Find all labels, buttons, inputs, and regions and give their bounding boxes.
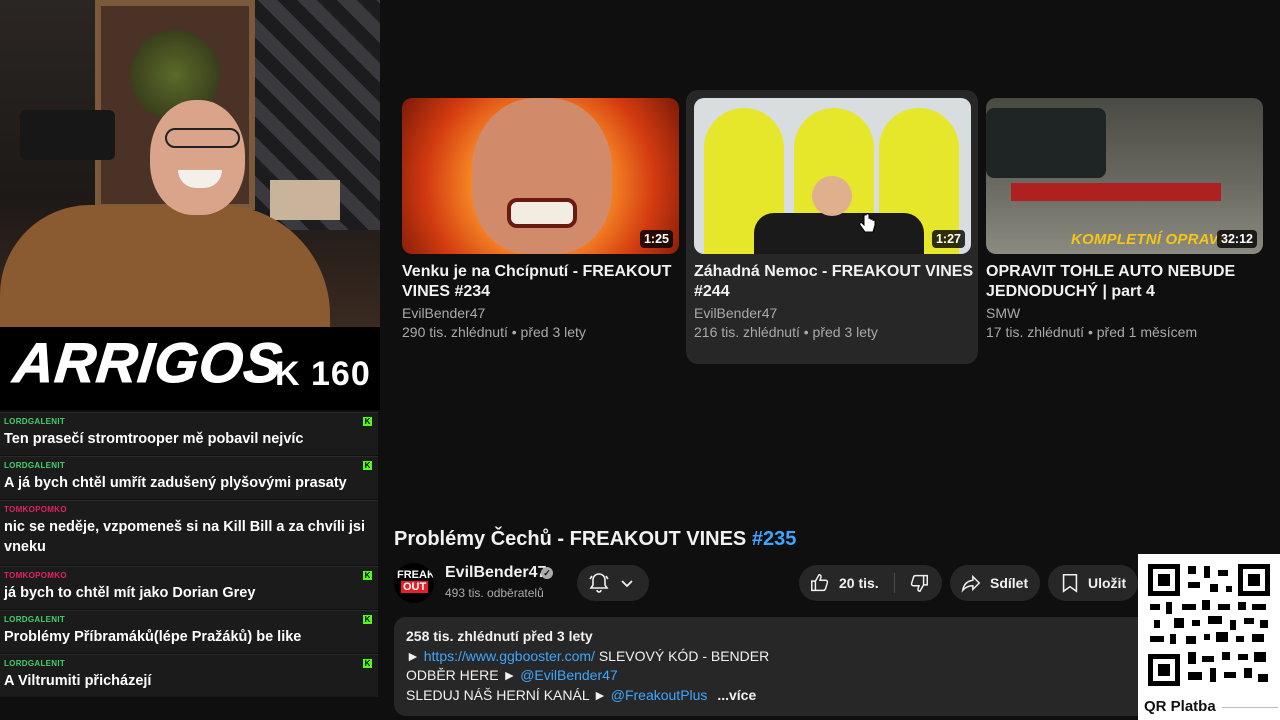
like-count: 20 tis.	[839, 575, 879, 591]
thumbs-down-icon	[910, 574, 928, 592]
video-stats: 17 tis. zhlédnutí • před 1 měsícem	[986, 324, 1198, 340]
video-title[interactable]: Záhadná Nemoc - FREAKOUT VINES #244	[694, 262, 974, 302]
thumbnail-bed	[754, 213, 924, 254]
video-thumbnail[interactable]: KOMPLETNÍ OPRAVA 32:12	[986, 98, 1263, 254]
chat-username: TOMKOPOMKO	[4, 571, 67, 580]
streamer-glasses	[165, 128, 240, 148]
bell-icon	[589, 573, 609, 593]
hand-cursor-icon	[859, 213, 876, 233]
description-text: SLEVOVÝ KÓD - BENDER	[594, 648, 770, 664]
description-line: SLEDUJ NÁŠ HERNÍ KANÁL ► @FreakoutPlus .…	[406, 687, 756, 703]
chat-message: TOMKOPOMKO já bych to chtěl mít jako Dor…	[0, 566, 378, 609]
share-label: Sdílet	[990, 575, 1029, 591]
share-button[interactable]: Sdílet	[950, 565, 1040, 601]
avatar-text: OUT	[401, 581, 429, 593]
chat-text: A já bych chtěl umřít zadušený plyšovými…	[4, 475, 347, 491]
chat-username: TOMKOPOMKO	[4, 505, 67, 514]
kick-icon: K	[363, 417, 372, 426]
bookmark-icon	[1062, 573, 1078, 593]
video-channel[interactable]: SMW	[986, 305, 1020, 321]
video-thumbnail[interactable]: 1:25	[402, 98, 679, 254]
like-button[interactable]: 20 tis.	[799, 565, 894, 601]
chat-username: LORDGALENIT	[4, 417, 66, 426]
thumbnail-mouth	[507, 198, 577, 228]
streamer-body	[0, 205, 330, 327]
dislike-button[interactable]	[895, 565, 942, 601]
thumbs-up-icon	[811, 574, 829, 592]
like-dislike-group: 20 tis.	[799, 565, 942, 601]
microphone	[20, 110, 115, 160]
divider	[1222, 707, 1278, 708]
webcam-feed	[0, 0, 380, 327]
description-link[interactable]: https://www.ggbooster.com/	[424, 648, 595, 664]
chat-message: LORDGALENIT Problémy Příbramáků(lépe Pra…	[0, 610, 378, 653]
save-button[interactable]: Uložit	[1048, 565, 1138, 601]
streamer-head	[150, 100, 245, 215]
video-title-text: Problémy Čechů - FREAKOUT VINES	[394, 528, 752, 550]
video-title[interactable]: Venku je na Chcípnutí - FREAKOUT VINES #…	[402, 262, 682, 302]
channel-avatar[interactable]: FREAK OUT	[394, 563, 434, 603]
thumbnail-face	[812, 176, 852, 216]
chat-username: LORDGALENIT	[4, 461, 66, 470]
description-stats: 258 tis. zhlédnutí před 3 lety	[406, 628, 593, 644]
verified-icon: ✓	[541, 567, 553, 579]
thumbnail-parts	[1011, 183, 1221, 201]
chat-text: nic se neděje, vzpomeneš si na Kill Bill…	[4, 519, 366, 555]
description-link[interactable]: @EvilBender47	[520, 667, 618, 683]
chat-message: TOMKOPOMKO nic se neděje, vzpomeneš si n…	[0, 500, 378, 565]
kick-icon: K	[363, 615, 372, 624]
video-duration: 1:27	[931, 230, 965, 248]
notification-bell-button[interactable]	[577, 565, 649, 601]
background-toy	[270, 180, 340, 220]
chat-username: LORDGALENIT	[4, 615, 66, 624]
description-line: ► https://www.ggbooster.com/ SLEVOVÝ KÓD…	[406, 648, 769, 664]
video-stats: 290 tis. zhlédnutí • před 3 lety	[402, 324, 586, 340]
video-duration: 1:25	[639, 230, 673, 248]
description-text: ►	[406, 648, 424, 664]
thumbnail-face	[472, 98, 612, 254]
description-text: SLEDUJ NÁŠ HERNÍ KANÁL ►	[406, 687, 611, 703]
qr-label: QR Platba	[1144, 698, 1216, 715]
video-stats: 216 tis. zhlédnutí • před 3 lety	[694, 324, 878, 340]
kick-icon: K	[363, 571, 372, 580]
description-text: ODBĚR HERE ►	[406, 667, 521, 683]
thumbnail-text: KOMPLETNÍ OPRAVA	[1071, 231, 1229, 248]
video-title[interactable]: OPRAVIT TOHLE AUTO NEBUDE JEDNODUCHÝ | p…	[986, 262, 1266, 302]
video-main-title: Problémy Čechů - FREAKOUT VINES #235	[394, 528, 796, 551]
channel-logo: ARRIGOS	[10, 331, 286, 395]
video-channel[interactable]: EvilBender47	[694, 305, 777, 321]
subscriber-count: 493 tis. odběratelů	[445, 586, 544, 600]
avatar-text: FREAK	[397, 569, 434, 581]
kick-icon: K	[363, 461, 372, 470]
channel-name[interactable]: EvilBender47	[445, 564, 546, 582]
chat-message: LORDGALENIT Ten prasečí stromtrooper mě …	[0, 412, 378, 455]
thumbnail-car	[986, 108, 1106, 178]
chat-text: A Viltrumiti přicházejí	[4, 673, 152, 689]
description-link[interactable]: @FreakoutPlus	[611, 687, 708, 703]
video-channel[interactable]: EvilBender47	[402, 305, 485, 321]
show-more-button[interactable]: ...více	[717, 687, 756, 703]
chevron-down-icon	[621, 580, 633, 588]
chat-text: Ten prasečí stromtrooper mě pobavil nejv…	[4, 431, 304, 447]
video-duration: 32:12	[1217, 230, 1257, 248]
chat-message: LORDGALENIT A Viltrumiti přicházejí K	[0, 654, 378, 697]
share-icon	[961, 574, 981, 593]
kick-icon: K	[363, 659, 372, 668]
save-label: Uložit	[1088, 575, 1127, 591]
chat-username: LORDGALENIT	[4, 659, 66, 668]
description-line: ODBĚR HERE ► @EvilBender47	[406, 667, 618, 683]
follower-counter: K 160	[275, 355, 371, 393]
chat-text: já bych to chtěl mít jako Dorian Grey	[4, 585, 256, 601]
chat-text: Problémy Příbramáků(lépe Pražáků) be lik…	[4, 629, 302, 645]
qr-code	[1148, 564, 1270, 686]
chat-message: LORDGALENIT A já bych chtěl umřít zaduše…	[0, 456, 378, 499]
video-thumbnail[interactable]: 1:27	[694, 98, 971, 254]
video-hashtag[interactable]: #235	[752, 528, 797, 550]
